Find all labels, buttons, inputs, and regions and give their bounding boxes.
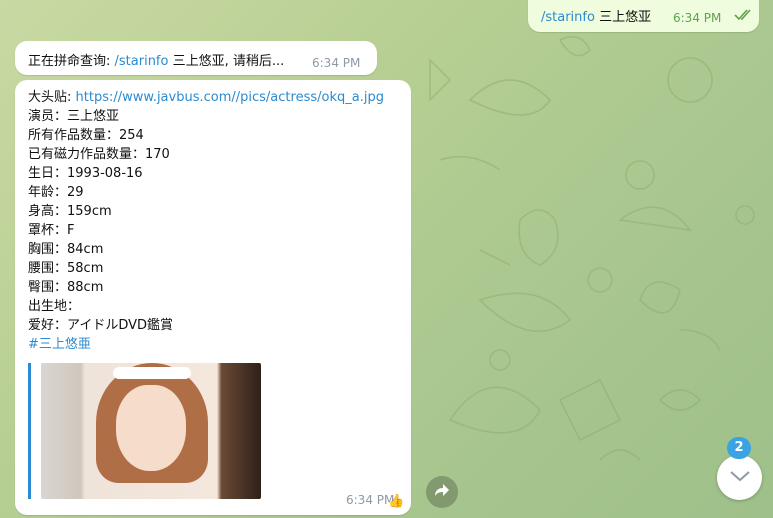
link-preview[interactable] xyxy=(28,363,261,499)
forward-button[interactable] xyxy=(426,476,458,508)
info-line-birthday: 生日：1993-08-16 xyxy=(28,166,143,181)
avatar-row: 大头贴: https://www.javbus.com//pics/actres… xyxy=(28,88,384,107)
thumbs-up-reaction[interactable]: 👍 xyxy=(388,494,404,509)
actress-photo[interactable] xyxy=(41,363,261,499)
avatar-url-link[interactable]: https://www.javbus.com//pics/actress/okq… xyxy=(76,90,384,105)
info-line-actor: 演员：三上悠亚 xyxy=(28,109,120,124)
info-line-bust: 胸围：84cm xyxy=(28,242,104,257)
info-line-total-works: 所有作品数量：254 xyxy=(28,128,144,143)
search-command-link[interactable]: /starinfo xyxy=(115,54,169,69)
hashtag-link[interactable]: #三上悠亜 xyxy=(28,335,384,354)
info-line-hobby: 爱好：アイドルDVD鑑賞 xyxy=(28,318,174,333)
info-line-hips: 臀围：88cm xyxy=(28,280,104,295)
info-line-magnet-works: 已有磁力作品数量：170 xyxy=(28,147,170,162)
scroll-to-bottom-button[interactable] xyxy=(717,455,762,500)
outgoing-message-text: /starinfo 三上悠亚 xyxy=(541,6,651,25)
info-line-waist: 腰围：58cm xyxy=(28,261,104,276)
unread-count-badge: 2 xyxy=(727,437,751,459)
double-check-icon xyxy=(734,9,752,25)
search-status-message-bubble[interactable]: 正在拼命查询: /starinfo 三上悠亚, 请稍后... 6:34 PM xyxy=(15,41,377,75)
actress-info-text: 大头贴: https://www.javbus.com//pics/actres… xyxy=(28,88,384,354)
info-line-cup: 罩杯：F xyxy=(28,223,75,238)
avatar-label: 大头贴: xyxy=(28,90,76,105)
outgoing-message-bubble[interactable]: /starinfo 三上悠亚 6:34 PM xyxy=(528,0,759,32)
actress-info-message-bubble[interactable]: 大头贴: https://www.javbus.com//pics/actres… xyxy=(15,80,411,515)
chevron-down-icon xyxy=(729,470,751,486)
outgoing-query: 三上悠亚 xyxy=(594,10,652,25)
command-link[interactable]: /starinfo xyxy=(541,10,595,25)
outgoing-message-time: 6:34 PM xyxy=(673,11,722,25)
forward-icon xyxy=(434,483,450,501)
info-line-birthplace: 出生地： xyxy=(28,299,81,314)
info-line-age: 年龄：29 xyxy=(28,185,84,200)
info-line-height: 身高：159cm xyxy=(28,204,112,219)
search-status-text: 正在拼命查询: /starinfo 三上悠亚, 请稍后... xyxy=(28,50,284,69)
search-message-time: 6:34 PM xyxy=(312,56,361,70)
search-status-prefix: 正在拼命查询: xyxy=(28,54,115,69)
search-status-suffix: 三上悠亚, 请稍后... xyxy=(168,54,285,69)
